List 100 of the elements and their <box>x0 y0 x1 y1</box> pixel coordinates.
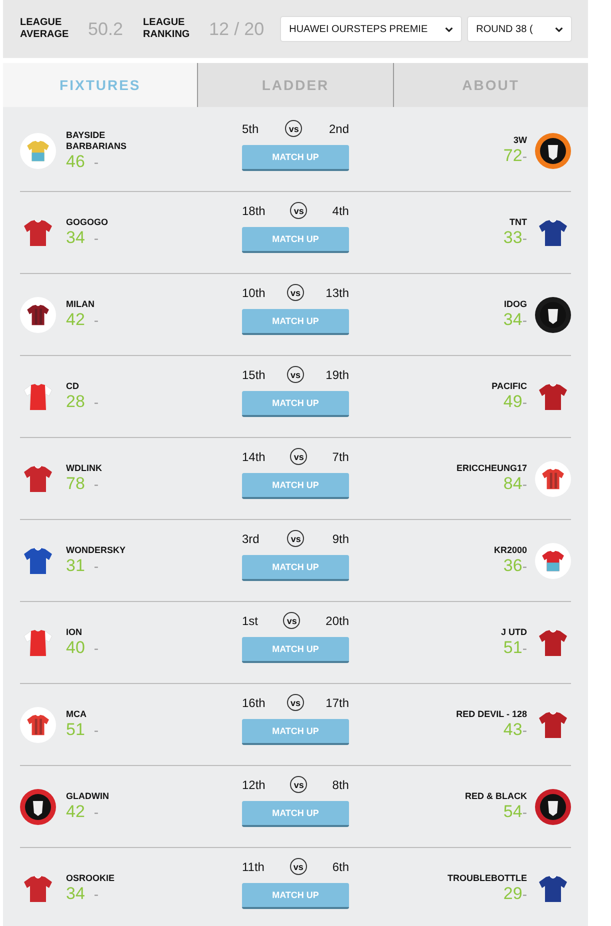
team-rank: 15th <box>242 368 266 382</box>
team-rank: 13th <box>326 286 349 300</box>
team-name: BAYSIDE BARBARIANS <box>66 130 128 152</box>
match-up-button[interactable]: MATCH UP <box>242 801 349 827</box>
score-dash: - <box>522 148 527 164</box>
score-dash: - <box>522 230 527 246</box>
team-score: 49 <box>503 392 522 412</box>
score-dash: - <box>94 722 99 738</box>
team-score: 51 <box>503 638 522 658</box>
match-up-button[interactable]: MATCH UP <box>242 555 349 581</box>
score-dash: - <box>94 804 99 820</box>
team-score: 43 <box>503 720 522 740</box>
team-name: CD <box>66 381 80 392</box>
team-score: 42 <box>66 802 85 822</box>
team-rank: 10th <box>242 286 266 300</box>
match-up-button[interactable]: MATCH UP <box>242 637 349 663</box>
team-rank: 1st <box>242 614 258 628</box>
dropdown[interactable]: HUAWEI OURSTEPS PREMIE <box>280 16 462 42</box>
team-score: 34 <box>66 228 85 248</box>
match-up-button[interactable]: MATCH UP <box>242 309 349 335</box>
team-rank: 8th <box>332 778 349 792</box>
team-score: 36 <box>503 556 522 576</box>
team-rank: 2nd <box>328 122 349 136</box>
stat-value: 50.2 <box>88 18 124 40</box>
team-name: ION <box>66 627 84 638</box>
team-rank: 7th <box>332 450 349 464</box>
team-rank: 9th <box>332 532 349 546</box>
team-name: IDOG <box>504 299 527 310</box>
tab[interactable]: FIXTURES <box>3 63 198 107</box>
score-dash: - <box>94 476 99 492</box>
score-dash: - <box>94 558 99 574</box>
team-rank: 18th <box>242 204 266 218</box>
match-up-button[interactable]: MATCH UP <box>242 473 349 499</box>
team-score: 34 <box>503 310 522 330</box>
vs-badge: vs <box>285 120 302 137</box>
score-dash: - <box>94 312 99 328</box>
match-up-button[interactable]: MATCH UP <box>242 391 349 417</box>
team-score: 33 <box>503 228 522 248</box>
stat-value: 12 / 20 <box>209 18 264 40</box>
team-rank: 14th <box>242 450 266 464</box>
team-rank: 5th <box>242 122 259 136</box>
team-name: GLADWIN <box>66 791 110 802</box>
team-score: 46 <box>66 152 85 172</box>
vs-badge: vs <box>290 858 307 875</box>
team-score: 72 <box>503 146 522 166</box>
team-score: 54 <box>503 802 522 822</box>
dropdown[interactable]: ROUND 38 ( <box>467 16 572 42</box>
score-dash: - <box>522 886 527 902</box>
team-rank: 12th <box>242 778 266 792</box>
vs-badge: vs <box>290 448 308 465</box>
score-dash: - <box>522 312 527 328</box>
team-score: 29 <box>503 884 522 904</box>
team-name: MILAN <box>66 299 96 310</box>
team-name: RED & BLACK <box>465 791 527 802</box>
score-dash: - <box>522 640 527 656</box>
team-score: 51 <box>66 720 85 740</box>
score-dash: - <box>522 722 527 738</box>
team-rank: 3rd <box>242 532 260 546</box>
score-dash: - <box>94 640 99 656</box>
chevron-down-icon <box>555 26 564 32</box>
vs-badge: vs <box>287 366 304 383</box>
team-rank: 19th <box>326 368 349 382</box>
vs-badge: vs <box>283 612 300 629</box>
stat-label: LEAGUE AVERAGE <box>20 17 70 41</box>
vs-badge: vs <box>287 284 304 301</box>
team-score: 28 <box>66 392 85 412</box>
vs-badge: vs <box>287 530 304 547</box>
team-rank: 4th <box>332 204 349 218</box>
vs-badge: vs <box>290 776 308 793</box>
team-score: 34 <box>66 884 85 904</box>
team-name: 3W <box>514 135 527 146</box>
score-dash: - <box>94 230 99 246</box>
score-dash: - <box>522 558 527 574</box>
team-name: OSROOKIE <box>66 873 116 884</box>
score-dash: - <box>94 154 99 170</box>
team-rank: 20th <box>326 614 349 628</box>
tab[interactable]: LADDER <box>197 63 393 107</box>
match-up-button[interactable]: MATCH UP <box>242 145 349 171</box>
match-up-button[interactable]: MATCH UP <box>242 227 349 253</box>
chevron-down-icon <box>445 26 454 32</box>
team-name: TROUBLEBOTTLE <box>448 873 527 884</box>
score-dash: - <box>522 804 527 820</box>
stat-label: LEAGUE RANKING <box>143 17 191 41</box>
team-rank: 11th <box>242 860 264 874</box>
tab[interactable]: ABOUT <box>392 63 588 107</box>
match-up-button[interactable]: MATCH UP <box>242 883 349 909</box>
score-dash: - <box>94 886 99 902</box>
vs-badge: vs <box>287 694 304 711</box>
vs-badge: vs <box>290 202 308 219</box>
team-rank: 16th <box>242 696 266 710</box>
team-score: 78 <box>66 474 85 494</box>
team-rank: 17th <box>326 696 349 710</box>
score-dash: - <box>522 394 527 410</box>
team-name: TNT <box>510 217 527 228</box>
team-rank: 6th <box>332 860 349 874</box>
match-up-button[interactable]: MATCH UP <box>242 719 349 745</box>
team-name: J UTD <box>500 627 527 638</box>
team-name: PACIFIC <box>492 381 527 392</box>
team-name: GOGOGO <box>66 217 110 228</box>
team-name: WDLINK <box>66 463 103 474</box>
